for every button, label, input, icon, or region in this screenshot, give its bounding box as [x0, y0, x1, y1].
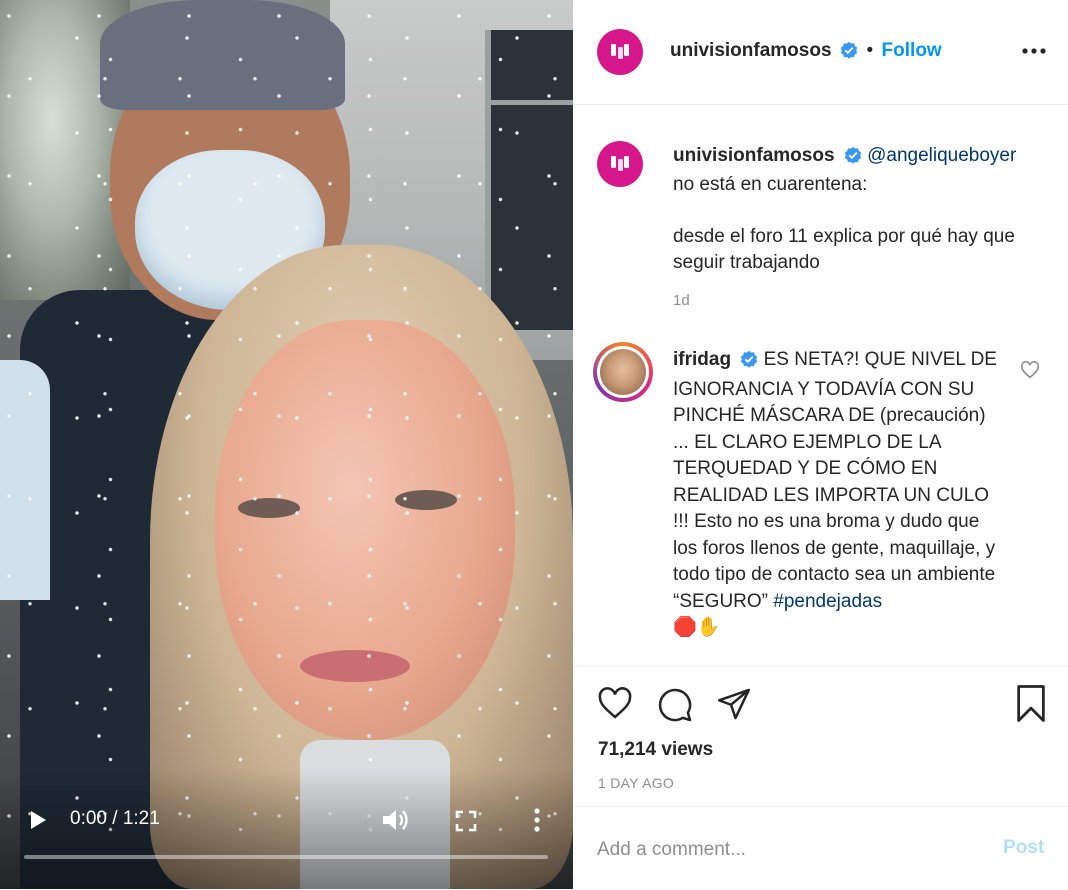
post-panel: univisionfamosos • Follow univisionfamos…	[573, 0, 1068, 889]
add-comment-bar: Post	[573, 806, 1068, 890]
caption-time-ago[interactable]: 1d	[673, 292, 690, 309]
caption-text-line1: no está en cuarentena:	[673, 174, 868, 195]
volume-button[interactable]	[380, 806, 410, 834]
heart-outline-icon	[1020, 360, 1040, 379]
comment-bubble-icon	[658, 688, 692, 722]
views-count[interactable]: 71,214 views	[598, 739, 713, 761]
verified-badge	[844, 146, 862, 172]
verified-badge-icon	[840, 41, 858, 59]
more-vertical-icon	[534, 808, 540, 832]
comment-hashtag-link[interactable]: #pendejadas	[773, 591, 882, 612]
like-button[interactable]	[597, 687, 633, 725]
video-controls: 0:00 / 1:21	[0, 800, 573, 840]
comment-like-button[interactable]	[1020, 360, 1040, 384]
verified-badge-icon	[741, 350, 758, 368]
add-comment-input[interactable]	[597, 835, 977, 865]
post-caption: univisionfamosos @angeliqueboyer no está…	[673, 143, 1043, 276]
caption-text-line2: desde el foro 11 explica por qué hay que…	[673, 226, 1015, 273]
header-meta: univisionfamosos • Follow	[670, 40, 942, 64]
commenter-avatar-photo	[600, 349, 646, 395]
post-actions: 71,214 views 1 DAY AGO	[573, 666, 1068, 807]
bookmark-icon	[1017, 685, 1045, 722]
fullscreen-button[interactable]	[453, 808, 479, 834]
play-icon	[31, 811, 46, 829]
video-time: 0:00 / 1:21	[70, 808, 160, 830]
current-time: 0:00	[70, 808, 107, 829]
caption-username[interactable]: univisionfamosos	[673, 145, 835, 166]
video-more-button[interactable]	[527, 806, 547, 834]
comment: ifridag ES NETA?! QUE NIVEL DE IGNORANCI…	[673, 347, 1003, 642]
snow-particles	[0, 0, 573, 889]
commenter-avatar-ring-inner	[597, 346, 649, 398]
post-comment-button[interactable]: Post	[1003, 837, 1044, 859]
caption-avatar[interactable]	[597, 141, 643, 187]
comment-button[interactable]	[657, 687, 693, 728]
play-button[interactable]	[26, 808, 50, 832]
share-button[interactable]	[716, 687, 752, 726]
heart-outline-icon	[598, 687, 632, 719]
paper-plane-icon	[717, 688, 751, 720]
commenter-username[interactable]: ifridag	[673, 349, 731, 370]
save-button[interactable]	[1015, 685, 1047, 727]
post-options-button[interactable]	[1022, 38, 1046, 69]
caption-line-user: univisionfamosos @angeliqueboyer	[673, 143, 1043, 172]
fullscreen-icon	[455, 810, 477, 832]
post-date[interactable]: 1 DAY AGO	[598, 775, 674, 791]
verified-badge	[840, 41, 858, 64]
instagram-post: 0:00 / 1:21 univisionfamosos • Follow un…	[0, 0, 1068, 889]
commenter-avatar[interactable]	[593, 342, 653, 402]
time-separator: /	[112, 808, 118, 829]
verified-badge	[740, 350, 758, 377]
comment-text: ES NETA?! QUE NIVEL DE IGNORANCIA Y TODA…	[673, 349, 997, 612]
volume-icon	[383, 810, 408, 830]
video-progress-bar[interactable]	[24, 855, 548, 859]
post-header: univisionfamosos • Follow	[573, 0, 1068, 105]
univision-logo-icon	[611, 44, 629, 59]
header-dot: •	[866, 40, 874, 61]
author-username[interactable]: univisionfamosos	[670, 40, 832, 61]
video-player[interactable]: 0:00 / 1:21	[0, 0, 573, 889]
more-horizontal-icon	[1022, 48, 1046, 54]
comment-emojis: 🛑✋	[673, 617, 721, 638]
caption-mention-link[interactable]: @angeliqueboyer	[867, 145, 1016, 166]
verified-badge-icon	[844, 146, 862, 164]
duration: 1:21	[122, 808, 160, 829]
follow-button[interactable]: Follow	[882, 40, 942, 61]
univision-logo-icon	[611, 156, 629, 171]
author-avatar[interactable]	[597, 29, 643, 75]
